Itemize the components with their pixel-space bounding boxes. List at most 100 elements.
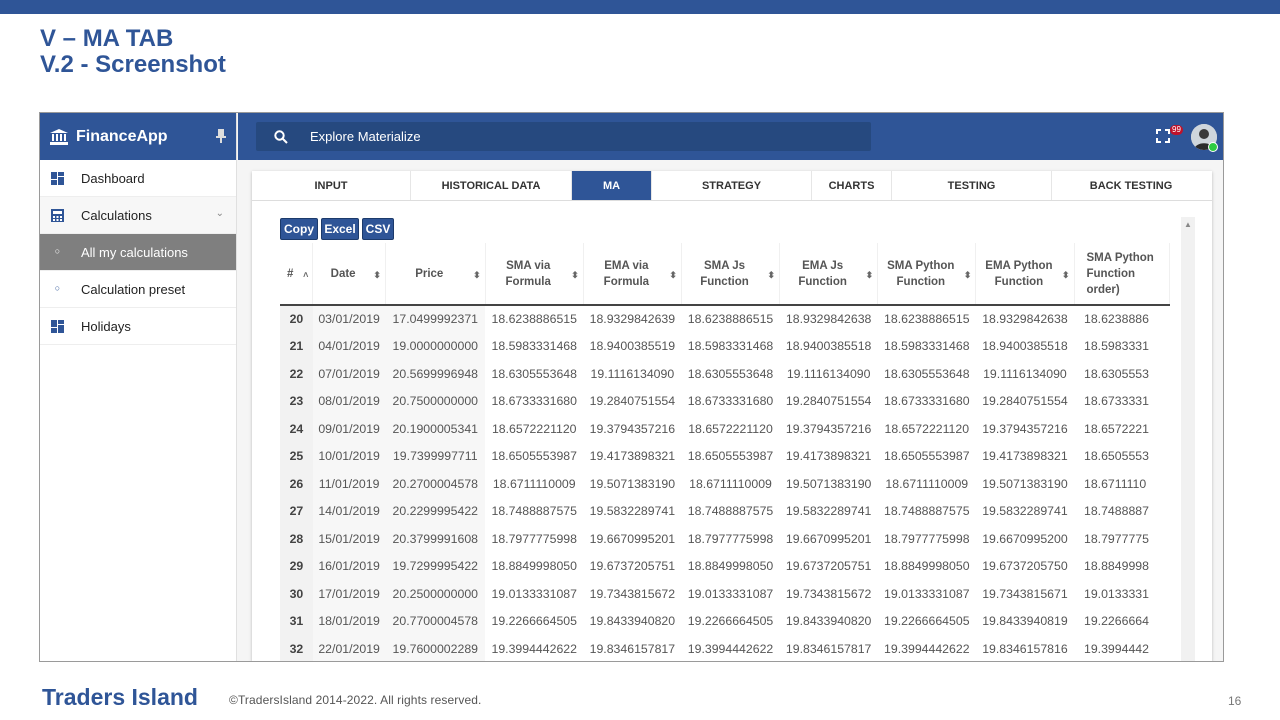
sort-icon[interactable]: ⬍ [768, 267, 776, 283]
table-row[interactable]: 26 11/01/2019 20.2700004578 18.6711110009 19… [280, 470, 1170, 498]
copy-button[interactable]: Copy [280, 218, 318, 240]
table-cell: 19.7299995422 [385, 552, 486, 580]
table-cell: 18.7977775998 [687, 531, 774, 546]
table-cell: 18.6305553648 [491, 366, 577, 381]
sidebar-item-all-my-calculations[interactable]: ○ All my calculations [40, 234, 236, 271]
table-cell: 18.6711110009 [689, 476, 772, 491]
sort-icon[interactable]: ⬍ [669, 267, 677, 283]
table-cell: 18.6305553 [1084, 366, 1149, 381]
table-cell: 19.5832289741 [982, 504, 1068, 519]
table-cell: 18.6305553648 [687, 366, 774, 381]
table-cell: 19.1116134090 [590, 366, 675, 381]
table-row[interactable]: 22 07/01/2019 20.5699996948 18.6305553648 19… [280, 360, 1170, 388]
table-cell: 19.2266664505 [491, 614, 577, 629]
column-header[interactable]: SMA Js Function ⬍ [681, 243, 781, 306]
footer-copyright: ©TradersIsland 2014-2022. All rights res… [229, 693, 482, 707]
table-cell: 15/01/2019 [312, 525, 386, 553]
table-row[interactable]: 29 16/01/2019 19.7299995422 18.8849998050 19… [280, 552, 1170, 580]
table-row[interactable]: 27 14/01/2019 20.2299995422 18.7488887575 19… [280, 497, 1170, 525]
table-cell: 23 [280, 387, 313, 415]
table-cell: 18.6505553987 [491, 449, 577, 464]
vertical-scrollbar[interactable]: ▲ [1181, 217, 1195, 661]
excel-button[interactable]: Excel [321, 218, 359, 240]
sort-icon[interactable]: ⬍ [571, 267, 579, 283]
table-row[interactable]: 20 03/01/2019 17.0499992371 18.6238886515 18… [280, 305, 1170, 333]
tab-charts[interactable]: CHARTS [812, 171, 892, 200]
sidebar-item-label: Calculations [81, 207, 152, 223]
table-cell: 18.6238886 [1084, 312, 1149, 327]
sort-asc-icon[interactable]: ˄ [303, 267, 308, 283]
column-header[interactable]: SMA Python Function ⬍ [877, 243, 977, 306]
table-cell: 18.6305553648 [884, 366, 970, 381]
sort-icon[interactable]: ⬍ [473, 267, 481, 283]
table-cell: 19.6670995200 [982, 531, 1068, 546]
table-cell: 18.7488887575 [884, 504, 970, 519]
table-cell: 04/01/2019 [312, 332, 386, 360]
column-header-label: SMA Python Function order) [1086, 251, 1154, 296]
table-row[interactable]: 24 09/01/2019 20.1900005341 18.6572221120 19… [280, 415, 1170, 443]
column-header-label: SMA Python Function [887, 259, 955, 288]
column-header[interactable]: SMA Python Function order) [1074, 243, 1170, 306]
footer-brand: Traders Island [42, 684, 198, 710]
sidebar-item-holidays[interactable]: Holidays [40, 308, 236, 345]
table-cell: 18.5983331468 [687, 339, 774, 354]
table-cell: 27 [280, 497, 313, 525]
csv-button[interactable]: CSV [362, 218, 394, 240]
sort-icon[interactable]: ⬍ [373, 267, 381, 283]
tab-ma[interactable]: MA [572, 171, 652, 200]
tab-strategy[interactable]: STRATEGY [652, 171, 812, 200]
column-header[interactable]: EMA Js Function ⬍ [779, 243, 879, 306]
column-header[interactable]: EMA Python Function ⬍ [975, 243, 1075, 306]
app-window: FinanceApp Dashboard Calculations ⌄ ○ Al… [39, 112, 1224, 662]
table-cell: 18.6572221120 [491, 421, 577, 436]
column-header[interactable]: SMA via Formula ⬍ [485, 243, 584, 306]
column-header[interactable]: Date ⬍ [312, 243, 386, 306]
table-cell: 17.0499992371 [385, 305, 486, 333]
table-cell: 19.0133331 [1084, 586, 1149, 601]
fullscreen-icon[interactable] [1156, 129, 1170, 143]
pin-icon[interactable] [216, 129, 226, 143]
sidebar-item-calculation-preset[interactable]: ○ Calculation preset [40, 271, 236, 308]
table-cell: 28 [280, 525, 313, 553]
tab-historical-data[interactable]: HISTORICAL DATA [411, 171, 572, 200]
app-name: FinanceApp [76, 127, 168, 145]
table-row[interactable]: 21 04/01/2019 19.0000000000 18.5983331468 18… [280, 332, 1170, 360]
table-cell: 19.4173898321 [785, 449, 872, 464]
column-header[interactable]: # ˄ [280, 243, 314, 306]
column-header[interactable]: Price ⬍ [385, 243, 486, 306]
sort-icon[interactable]: ⬍ [1062, 267, 1070, 283]
table-row[interactable]: 25 10/01/2019 19.7399997711 18.6505553987 19… [280, 442, 1170, 470]
table-cell: 19.2266664505 [687, 614, 774, 629]
column-header-label: EMA via Formula [603, 259, 650, 288]
table-cell: 20.7500000000 [385, 387, 486, 415]
sort-icon[interactable]: ⬍ [964, 267, 972, 283]
table-row[interactable]: 23 08/01/2019 20.7500000000 18.6733331680 19… [280, 387, 1170, 415]
app-brand[interactable]: FinanceApp [40, 113, 236, 160]
tab-testing[interactable]: TESTING [892, 171, 1052, 200]
table-row[interactable]: 30 17/01/2019 20.2500000000 19.0133331087 19… [280, 580, 1170, 608]
table-cell: 18.7977775 [1084, 531, 1149, 546]
table-cell: 18.6711110009 [885, 476, 969, 491]
scroll-up-icon[interactable]: ▲ [1184, 220, 1192, 229]
table-row[interactable]: 32 22/01/2019 19.7600002289 19.3994442622 19… [280, 635, 1170, 661]
search-input[interactable]: Explore Materialize [256, 122, 871, 151]
column-header[interactable]: EMA via Formula ⬍ [583, 243, 682, 306]
table-cell: 19.8433940819 [982, 614, 1068, 629]
tab-input[interactable]: INPUT [252, 171, 411, 200]
table-cell: 18.8849998 [1084, 559, 1149, 574]
table-cell: 09/01/2019 [312, 415, 386, 443]
sidebar-item-calculations[interactable]: Calculations ⌄ [40, 197, 236, 234]
table-cell: 20.2500000000 [385, 580, 486, 608]
table-cell: 18.9400385518 [982, 339, 1068, 354]
table-cell: 19.2840751554 [785, 394, 872, 409]
sort-icon[interactable]: ⬍ [866, 267, 874, 283]
table-row[interactable]: 31 18/01/2019 20.7700004578 19.2266664505 19… [280, 607, 1170, 635]
sidebar-item-dashboard[interactable]: Dashboard [40, 160, 236, 197]
table-cell: 19.2266664505 [884, 614, 970, 629]
table-cell: 19.5071383190 [785, 476, 872, 491]
table-cell: 19.3794357216 [589, 421, 676, 436]
sidebar-item-label: Dashboard [81, 170, 145, 186]
table-row[interactable]: 28 15/01/2019 20.3799991608 18.7977775998 19… [280, 525, 1170, 553]
tab-back-testing[interactable]: BACK TESTING [1052, 171, 1210, 200]
table-cell: 18.6238886515 [491, 312, 577, 327]
